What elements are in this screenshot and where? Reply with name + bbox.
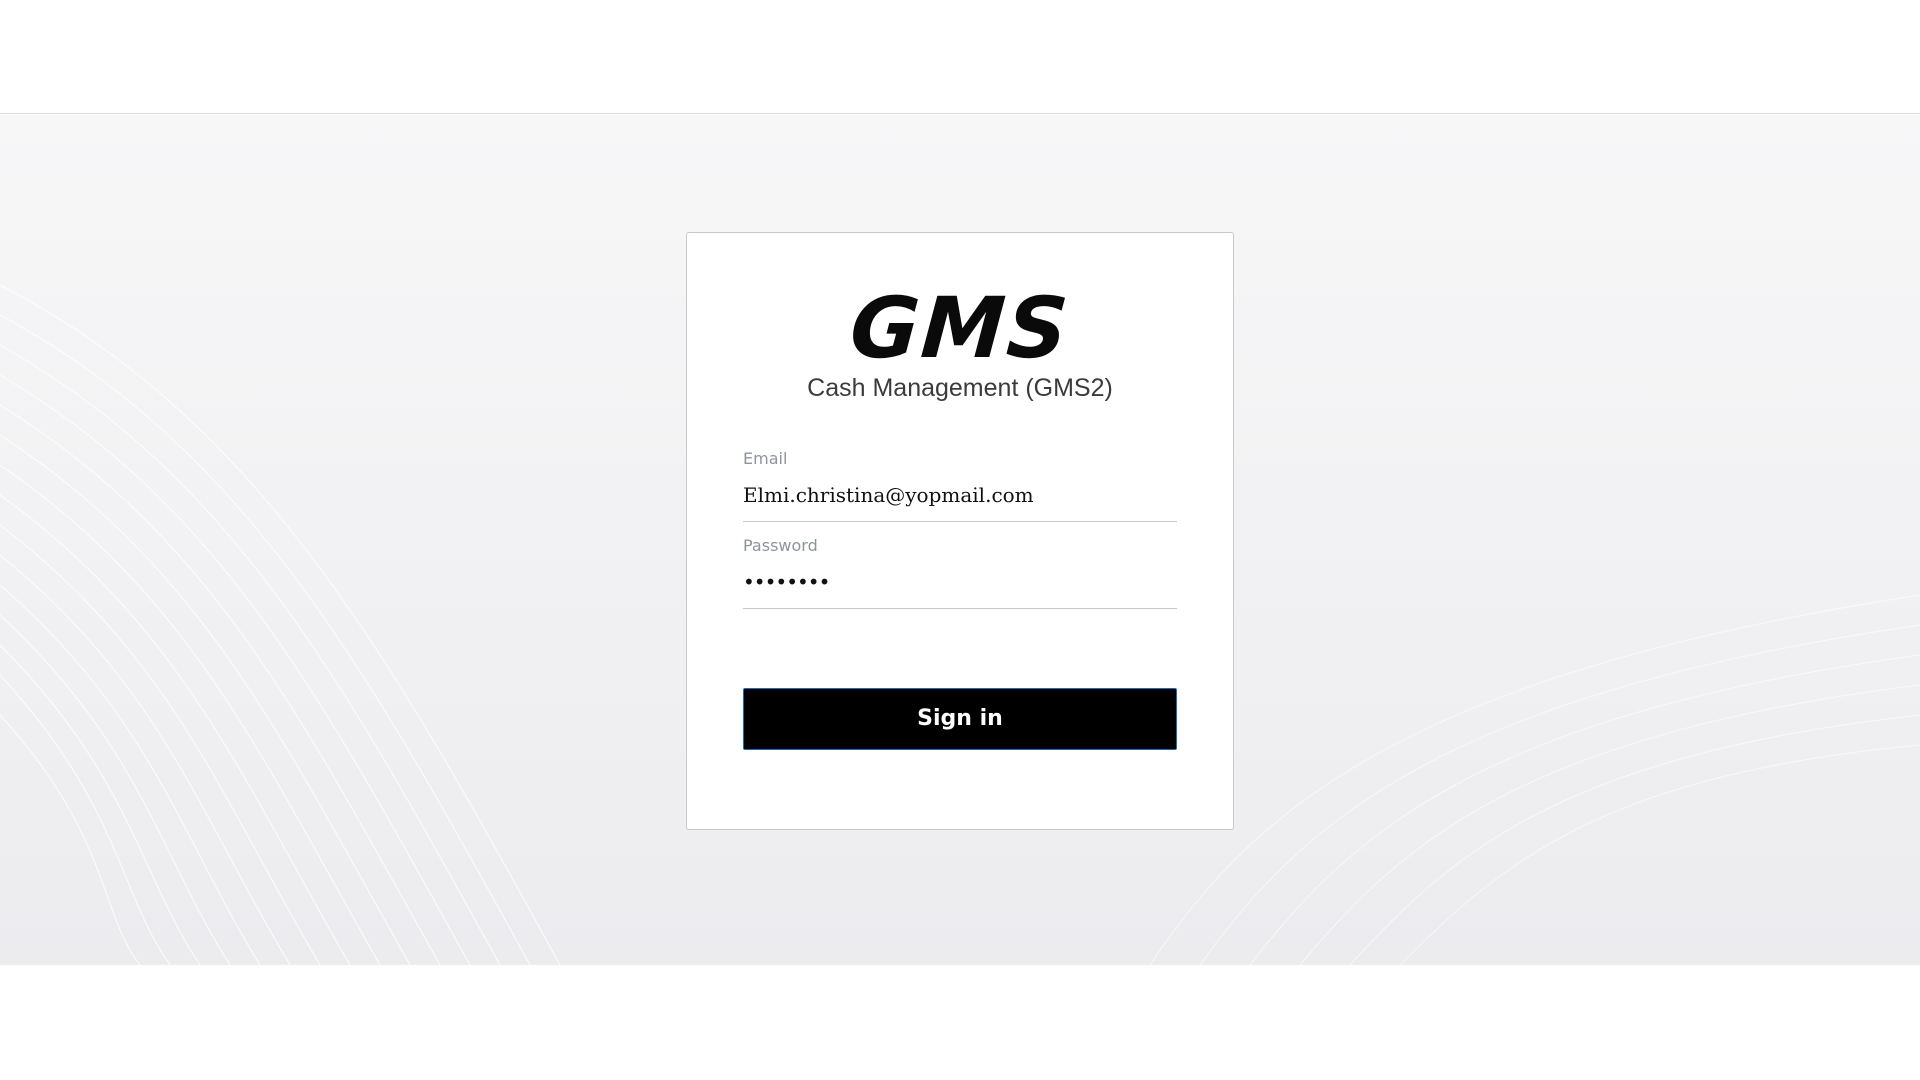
password-input[interactable]: ••••••••: [743, 566, 830, 598]
bottom-blank-area: [0, 965, 1920, 1080]
app-name: Cash Management (GMS2): [807, 374, 1113, 402]
login-card: GMS Cash Management (GMS2) Email Passwor…: [686, 232, 1234, 830]
password-label: Password: [743, 536, 818, 555]
top-header-bar: [0, 0, 1920, 114]
email-label: Email: [743, 449, 788, 468]
sign-in-button[interactable]: Sign in: [743, 688, 1177, 750]
gms-logo: GMS: [847, 279, 1073, 377]
password-field: Password ••••••••: [743, 526, 1177, 609]
email-input[interactable]: [743, 479, 1177, 511]
email-field: Email: [743, 439, 1177, 522]
